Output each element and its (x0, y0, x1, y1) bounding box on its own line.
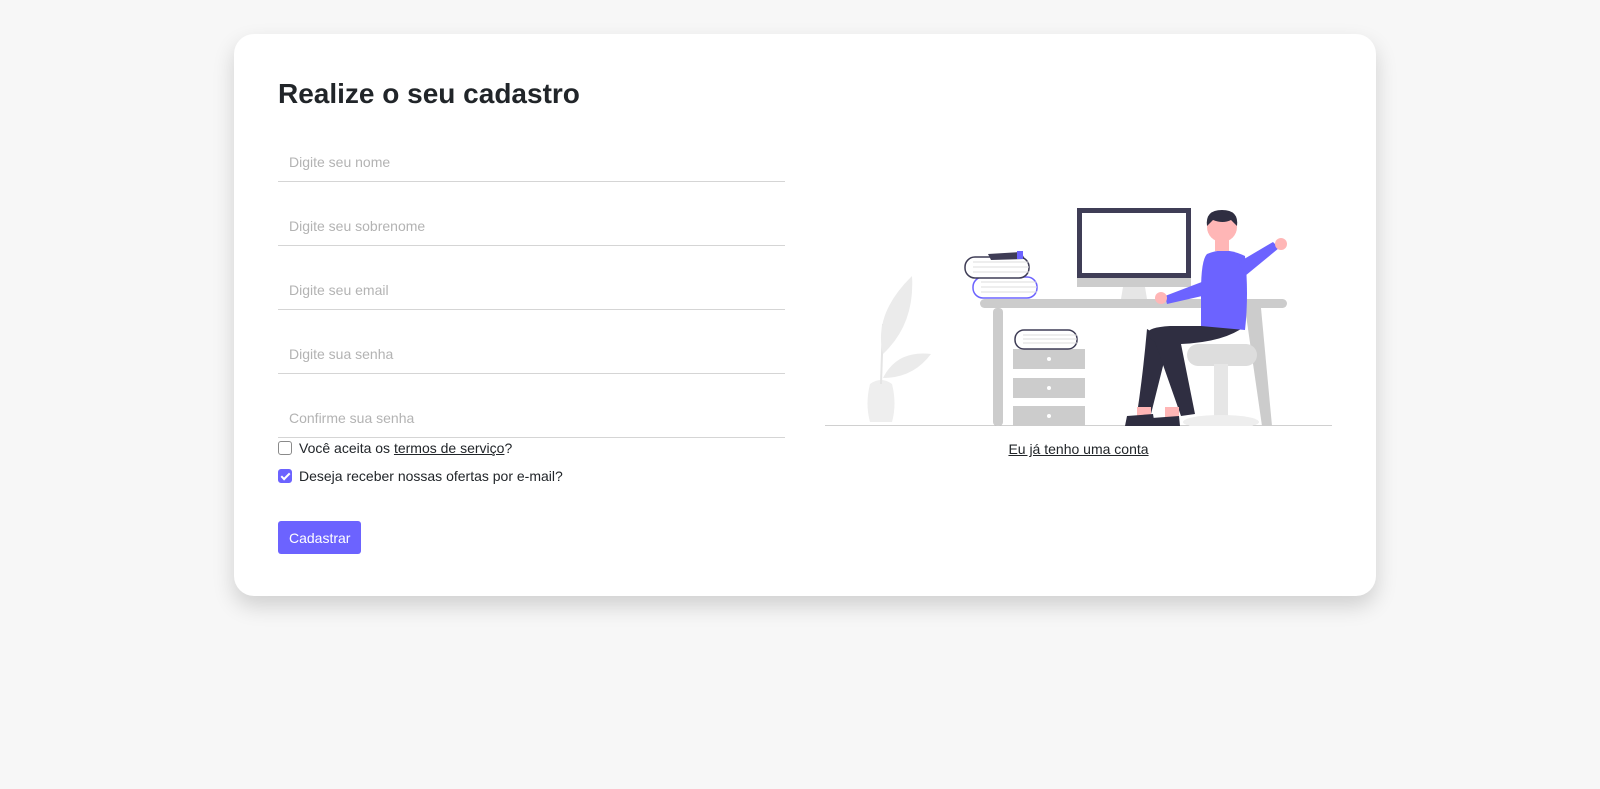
first-name-input[interactable] (278, 143, 785, 181)
offers-label: Deseja receber nossas ofertas por e-mail… (299, 468, 563, 484)
confirm-password-field (278, 399, 785, 438)
last-name-input[interactable] (278, 207, 785, 245)
password-input[interactable] (278, 335, 785, 373)
email-field (278, 271, 785, 310)
terms-of-service-link[interactable]: termos de serviço (394, 440, 504, 456)
terms-label-suffix: ? (504, 440, 513, 456)
last-name-field (278, 207, 785, 246)
terms-row: Você aceita os termos de serviço ? (278, 440, 512, 456)
confirm-password-input[interactable] (278, 399, 785, 437)
offers-row: Deseja receber nossas ofertas por e-mail… (278, 468, 563, 484)
terms-label-prefix: Você aceita os (299, 440, 394, 456)
terms-checkbox[interactable] (278, 441, 292, 455)
offers-checkbox[interactable] (278, 469, 292, 483)
plant-icon (867, 276, 931, 422)
person-at-desk-illustration (825, 208, 1332, 426)
register-button[interactable]: Cadastrar (278, 521, 362, 554)
signup-card: Realize o seu cadastro Você aceita os te… (234, 34, 1376, 596)
email-input[interactable] (278, 271, 785, 309)
login-link[interactable]: Eu já tenho uma conta (1008, 441, 1148, 457)
login-link-wrapper: Eu já tenho uma conta (825, 441, 1332, 457)
password-field (278, 335, 785, 374)
first-name-field (278, 143, 785, 182)
page-title: Realize o seu cadastro (278, 78, 580, 109)
